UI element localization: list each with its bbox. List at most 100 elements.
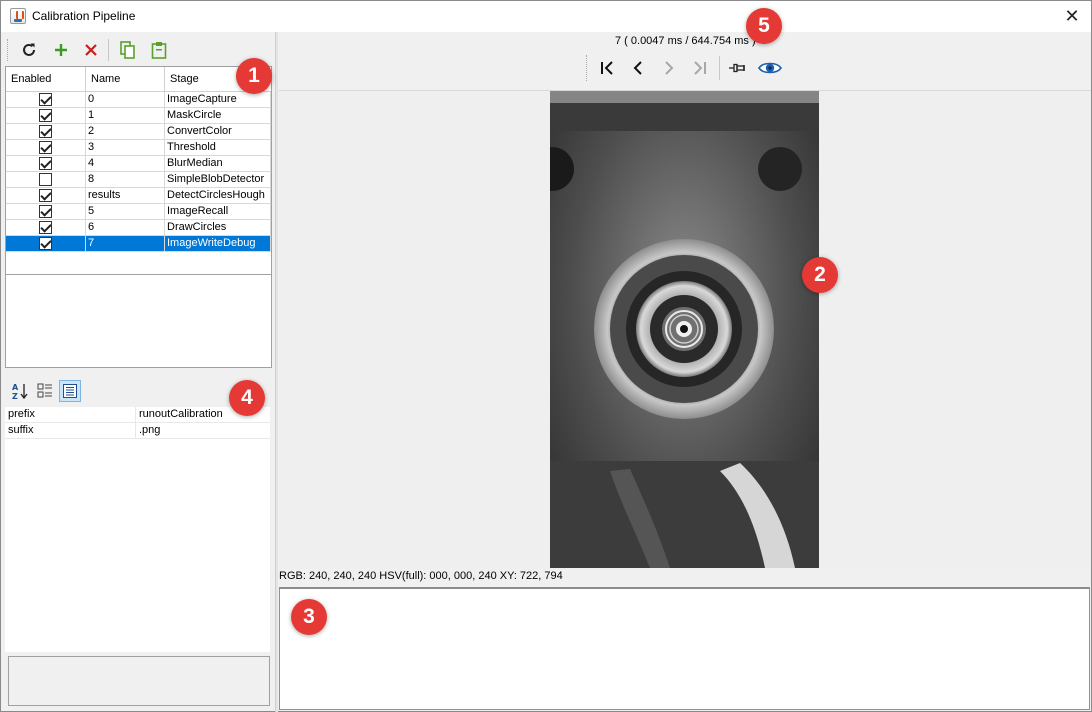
stage-type-cell[interactable]: ImageCapture [165,92,271,107]
property-name: suffix [8,424,34,436]
pin-button[interactable] [727,57,749,79]
panel-splitter[interactable] [275,32,278,712]
stage-name-cell[interactable]: results [86,188,165,203]
stage-name-cell[interactable]: 4 [86,156,165,171]
enabled-checkbox[interactable] [39,221,52,234]
frame-timing-label: 7 ( 0.0047 ms / 644.754 ms ) [615,35,756,47]
stages-table: Enabled Name Stage 0 ImageCapture 1 MaskCir… [5,66,272,301]
stage-type-cell[interactable]: Threshold [165,140,271,155]
stage-type-cell[interactable]: DrawCircles [165,220,271,235]
property-row[interactable]: suffix .png [5,423,270,439]
table-row[interactable]: 4 BlurMedian [6,156,271,172]
table-row[interactable]: 2 ConvertColor [6,124,271,140]
column-header-enabled[interactable]: Enabled [6,67,86,92]
table-row[interactable]: 6 DrawCircles [6,220,271,236]
refresh-icon [23,43,35,56]
stage-name-cell[interactable]: 3 [86,140,165,155]
eye-icon [758,62,782,74]
enabled-checkbox[interactable] [39,237,52,250]
column-header-name[interactable]: Name [86,67,165,92]
title-bar: Calibration Pipeline ✕ [1,1,1091,32]
first-frame-button[interactable] [596,57,618,79]
left-panel: Enabled Name Stage 0 ImageCapture 1 MaskCir… [2,32,275,712]
chevron-right-icon [665,61,674,75]
stage-type-cell[interactable]: ImageWriteDebug [165,236,271,251]
toolbar-grip[interactable] [7,39,10,61]
table-row[interactable]: results DetectCirclesHough [6,188,271,204]
table-row[interactable]: 5 ImageRecall [6,204,271,220]
svg-text:A: A [12,383,19,392]
table-row[interactable]: 1 MaskCircle [6,108,271,124]
toolbar-grip[interactable] [586,55,588,81]
enabled-checkbox[interactable] [39,125,52,138]
annotation-badge-1: 1 [236,58,272,94]
enabled-checkbox[interactable] [39,109,52,122]
toolbar-separator [719,56,720,80]
stage-type-cell[interactable]: SimpleBlobDetector [165,172,271,187]
enabled-checkbox[interactable] [39,93,52,106]
pushpin-icon [729,63,745,73]
categorized-icon [37,383,52,398]
sort-alphabetical-button[interactable]: AZ [9,380,31,402]
stage-name-cell[interactable]: 0 [86,92,165,107]
enabled-cell [6,220,86,235]
table-row[interactable]: 7 ImageWriteDebug [6,236,271,252]
preview-button[interactable] [757,57,783,79]
annotation-badge-4: 4 [229,380,265,416]
stage-type-cell[interactable]: DetectCirclesHough [165,188,271,203]
log-output-panel[interactable] [279,587,1090,710]
property-value[interactable]: runoutCalibration [139,408,223,420]
table-row[interactable]: 8 SimpleBlobDetector [6,172,271,188]
property-grid: prefix runoutCalibration suffix .png [5,407,270,652]
last-icon [694,61,706,75]
stage-type-cell[interactable]: BlurMedian [165,156,271,171]
property-divider [135,407,136,423]
stage-name-cell[interactable]: 1 [86,108,165,123]
property-row[interactable]: prefix runoutCalibration [5,407,270,423]
table-body: 0 ImageCapture 1 MaskCircle 2 ConvertColor 3 Th… [6,92,271,252]
stage-name-cell[interactable]: 5 [86,204,165,219]
annotation-badge-2: 2 [802,257,838,293]
toolbar-separator [108,39,109,61]
stage-name-cell[interactable]: 2 [86,124,165,139]
enabled-cell [6,124,86,139]
enabled-cell [6,92,86,107]
annotation-badge-5: 5 [746,8,782,44]
stage-name-cell[interactable]: 6 [86,220,165,235]
enabled-checkbox[interactable] [39,205,52,218]
table-row[interactable]: 3 Threshold [6,140,271,156]
last-frame-button[interactable] [689,57,711,79]
previous-frame-button[interactable] [627,57,649,79]
property-pages-button[interactable] [59,380,81,402]
image-viewer[interactable] [279,90,1091,569]
next-frame-button[interactable] [658,57,680,79]
chevron-left-icon [633,61,642,75]
stage-name-cell[interactable]: 7 [86,236,165,251]
paste-button[interactable] [147,38,171,62]
stage-description-panel [5,274,272,368]
table-header: Enabled Name Stage [6,67,271,92]
categorized-button[interactable] [34,380,56,402]
copy-button[interactable] [116,38,140,62]
pipeline-output-image[interactable] [550,91,819,568]
delete-stage-button[interactable] [79,38,103,62]
enabled-checkbox[interactable] [39,141,52,154]
enabled-cell [6,204,86,219]
stage-name-cell[interactable]: 8 [86,172,165,187]
property-value[interactable]: .png [139,424,160,436]
java-app-icon [10,8,26,24]
table-row[interactable]: 0 ImageCapture [6,92,271,108]
refresh-button[interactable] [17,38,41,62]
stage-type-cell[interactable]: MaskCircle [165,108,271,123]
add-stage-button[interactable] [49,38,73,62]
stage-type-cell[interactable]: ConvertColor [165,124,271,139]
window-title: Calibration Pipeline [32,9,136,23]
enabled-checkbox[interactable] [39,189,52,202]
enabled-checkbox[interactable] [39,157,52,170]
enabled-checkbox[interactable] [39,173,52,186]
enabled-cell [6,236,86,251]
stage-type-cell[interactable]: ImageRecall [165,204,271,219]
sort-az-icon: AZ [12,383,28,400]
enabled-cell [6,172,86,187]
close-button[interactable]: ✕ [1061,5,1083,27]
